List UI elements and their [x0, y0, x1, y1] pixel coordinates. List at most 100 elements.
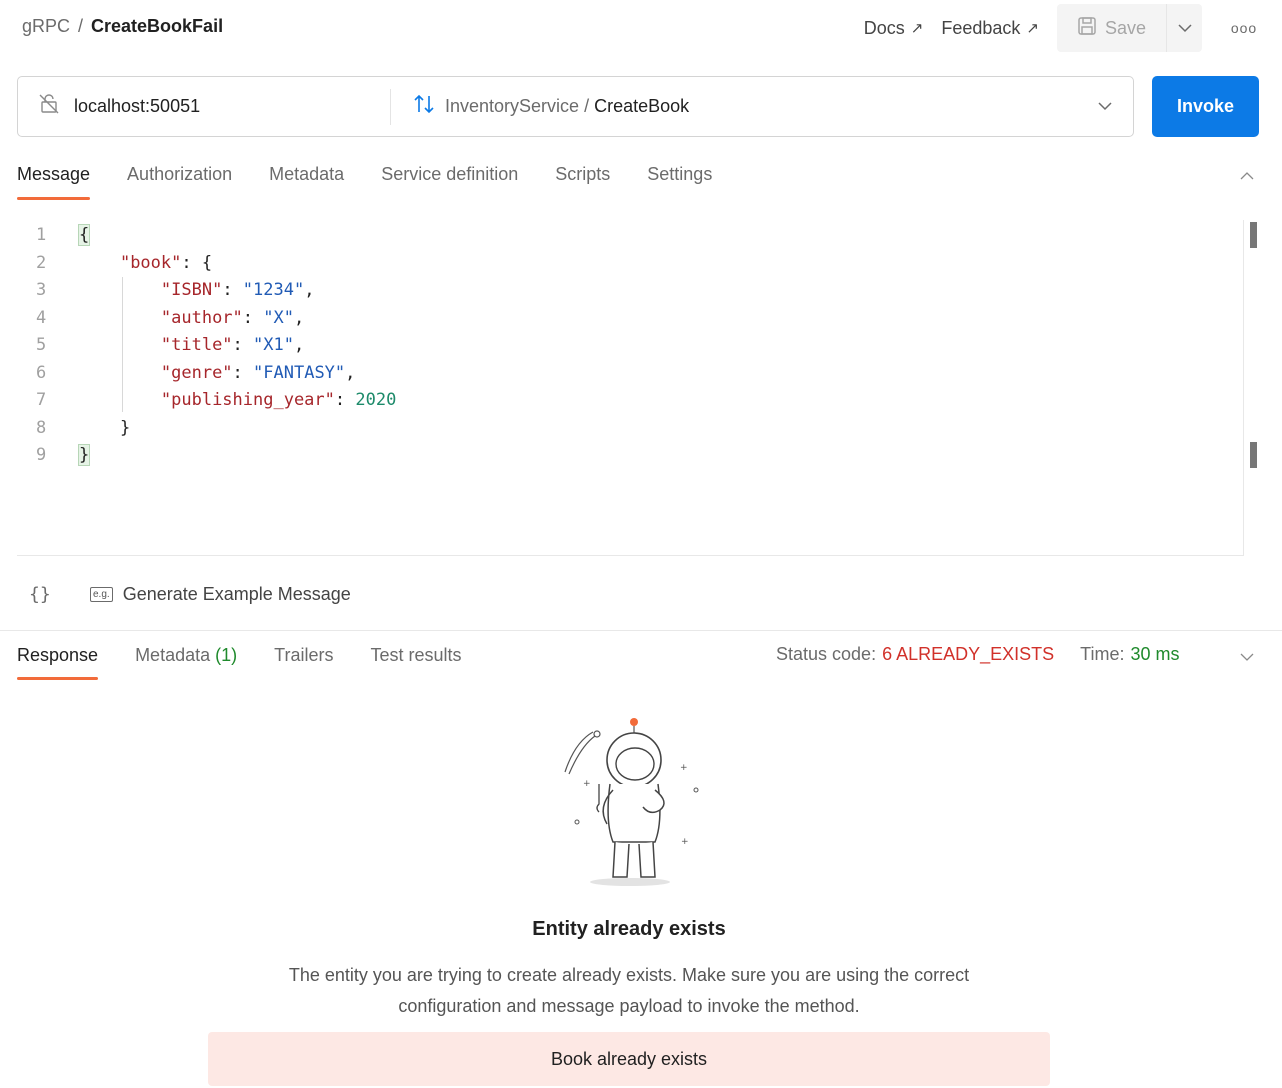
tab-authorization[interactable]: Authorization [127, 160, 232, 200]
svg-text:+: + [681, 837, 689, 847]
tab-scripts[interactable]: Scripts [555, 160, 610, 200]
tab-response[interactable]: Response [17, 642, 99, 680]
editor-scrollbar-marker[interactable] [1250, 222, 1257, 248]
code-token: "X" [263, 307, 294, 328]
code-token: , [304, 280, 315, 300]
time-value: 30 ms [1130, 644, 1180, 664]
beautify-icon[interactable]: {} [17, 584, 67, 605]
code-text: "book": { [79, 250, 212, 277]
invoke-button[interactable]: Invoke [1152, 76, 1259, 137]
example-icon: e.g. [90, 586, 113, 602]
code-token: , [345, 362, 356, 383]
svg-text:+: + [680, 763, 688, 773]
empty-state-title: Entity already exists [532, 918, 726, 940]
tab-service-definition[interactable]: Service definition [381, 160, 518, 200]
method-separator: / [579, 96, 595, 116]
code-token: , [293, 307, 305, 328]
tab-test-results[interactable]: Test results [370, 642, 461, 680]
tab-response-metadata[interactable]: Metadata (1) [135, 642, 237, 680]
tab-trailers[interactable]: Trailers [274, 642, 333, 680]
editor-scrollbar-track [1243, 220, 1244, 556]
save-options-button[interactable] [1166, 4, 1202, 52]
code-token: : [334, 390, 356, 410]
method-dropdown-toggle[interactable] [1077, 102, 1133, 111]
method-name: CreateBook [594, 96, 690, 116]
code-token: : [222, 280, 243, 300]
service-name: InventoryService [445, 96, 580, 116]
indent-guide [122, 277, 123, 412]
code-token: "ISBN" [160, 280, 223, 300]
collapse-request-button[interactable] [1240, 164, 1254, 185]
code-token: : [232, 362, 254, 383]
time-label: Time: [1080, 644, 1125, 664]
code-text: "genre": "FANTASY", [79, 360, 356, 387]
pane-divider[interactable] [0, 630, 1282, 631]
collapse-response-button[interactable] [1240, 646, 1254, 667]
error-message-box: Book already exists [208, 1032, 1050, 1086]
save-button[interactable]: Save [1057, 4, 1166, 52]
code-token: , [293, 335, 305, 355]
code-token: : { [181, 252, 213, 273]
code-text: } [79, 415, 130, 442]
code-token: "book" [119, 252, 182, 273]
line-number: 3 [36, 280, 47, 300]
unlock-icon[interactable] [38, 93, 60, 120]
code-line[interactable]: 5 "title": "X1", [17, 332, 304, 359]
code-line[interactable]: 2 "book": { [17, 250, 212, 277]
message-editor[interactable]: 1{2 "book": {3 "ISBN": "1234", 4 "author"… [17, 220, 1243, 556]
code-token: : [242, 307, 264, 328]
docs-label: Docs [863, 17, 905, 38]
breadcrumb-root[interactable]: gRPC [22, 16, 70, 37]
generate-example-button[interactable]: Generate Example Message [123, 584, 351, 605]
line-number: 7 [36, 390, 47, 410]
tab-message[interactable]: Message [17, 160, 91, 200]
docs-link[interactable]: Docs ↗ [864, 18, 924, 39]
code-line[interactable]: 7 "publishing_year": 2020 [17, 387, 396, 414]
breadcrumb-current[interactable]: CreateBookFail [91, 16, 223, 37]
feedback-link[interactable]: Feedback ↗ [941, 18, 1039, 39]
code-text: "author": "X", [79, 305, 304, 332]
status-code-value: 6 ALREADY_EXISTS [882, 644, 1055, 664]
code-line[interactable]: 4 "author": "X", [17, 305, 304, 332]
metadata-count-badge: (1) [215, 645, 238, 665]
code-text: } [77, 442, 91, 469]
code-line[interactable]: 1{ [17, 222, 91, 249]
code-line[interactable]: 8 } [17, 415, 130, 442]
feedback-label: Feedback [941, 17, 1021, 38]
more-options-icon[interactable]: ooo [1226, 20, 1262, 36]
code-token: "author" [160, 307, 243, 328]
astronaut-illustration: + + + [564, 718, 699, 886]
save-icon [1077, 16, 1097, 41]
chevron-down-icon [1240, 653, 1254, 661]
code-text: "title": "X1", [79, 332, 304, 359]
save-group: Save [1056, 4, 1202, 52]
server-url-text: localhost:50051 [74, 96, 201, 116]
line-number: 4 [36, 307, 47, 328]
code-line[interactable]: 9} [17, 442, 91, 469]
tab-metadata[interactable]: Metadata [269, 160, 344, 200]
code-token: } [119, 417, 131, 438]
code-line[interactable]: 3 "ISBN": "1234", [17, 277, 314, 304]
chevron-up-icon [1240, 172, 1254, 180]
request-tabs: Message Authorization Metadata Service d… [17, 160, 749, 200]
tab-settings[interactable]: Settings [647, 160, 712, 200]
svg-text:+: + [583, 779, 591, 789]
method-selector[interactable]: InventoryService / CreateBook [391, 93, 1077, 120]
line-number: 6 [36, 362, 47, 383]
code-line[interactable]: 6 "genre": "FANTASY", [17, 360, 355, 387]
code-text: { [77, 222, 91, 249]
code-token: "FANTASY" [253, 362, 346, 383]
code-token: : [232, 335, 254, 355]
request-bar: localhost:50051 InventoryService / Creat… [17, 76, 1134, 137]
code-token: "publishing_year" [160, 390, 335, 410]
server-url-field[interactable]: localhost:50051 [18, 88, 391, 125]
response-status: Status code: 6 ALREADY_EXISTS Time: 30 m… [776, 644, 1180, 665]
breadcrumb: gRPC / CreateBookFail [22, 16, 223, 37]
line-number: 1 [36, 225, 47, 245]
editor-scrollbar-marker[interactable] [1250, 442, 1257, 468]
